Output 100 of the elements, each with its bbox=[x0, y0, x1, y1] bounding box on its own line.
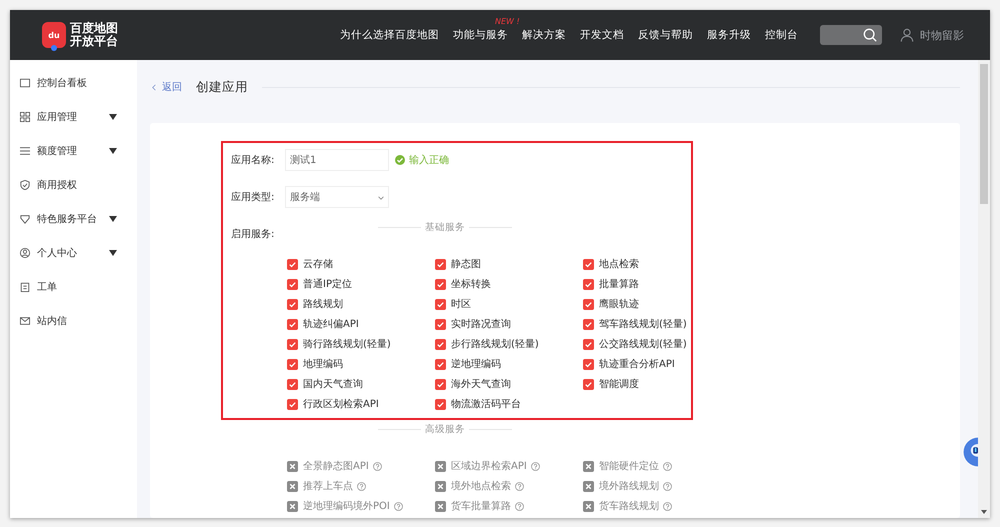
help-icon[interactable] bbox=[515, 482, 524, 490]
checkbox[interactable] bbox=[435, 258, 446, 270]
checkbox-label[interactable]: 海外天气查询 bbox=[451, 377, 511, 391]
checkbox[interactable] bbox=[287, 258, 298, 270]
caret-icon bbox=[109, 114, 117, 120]
checkbox[interactable] bbox=[583, 258, 594, 270]
checkbox[interactable] bbox=[583, 358, 594, 370]
sidebar-item[interactable]: 额度管理 bbox=[10, 134, 137, 168]
menu-item-icon bbox=[20, 282, 30, 292]
search-field[interactable] bbox=[820, 25, 882, 45]
new-label: NEW ! bbox=[495, 17, 520, 26]
field-label: 启用服务: bbox=[231, 228, 276, 241]
checkbox[interactable] bbox=[287, 318, 298, 330]
type-dropdown[interactable]: 服务端 bbox=[285, 186, 389, 208]
checkbox-label[interactable]: 云存储 bbox=[303, 257, 333, 271]
checkbox-label[interactable]: 骑行路线规划(轻量) bbox=[303, 337, 391, 351]
sidebar-item[interactable]: 站内信 bbox=[10, 304, 137, 338]
user-name[interactable]: 时物留影 bbox=[920, 28, 964, 42]
checkbox[interactable] bbox=[287, 358, 298, 370]
help-icon[interactable] bbox=[663, 482, 672, 490]
menu-item-icon bbox=[20, 248, 30, 258]
logo-text: 开放平台 bbox=[70, 35, 118, 48]
chevron-left-icon[interactable] bbox=[152, 84, 156, 90]
checkbox-label[interactable]: 静态图 bbox=[451, 257, 481, 271]
checkbox-label[interactable]: 地理编码 bbox=[303, 357, 343, 371]
help-icon[interactable] bbox=[394, 502, 403, 510]
checkbox-label[interactable]: 批量算路 bbox=[599, 277, 639, 291]
nav-link[interactable]: 控制台 bbox=[765, 29, 798, 41]
menu-item-icon bbox=[20, 316, 30, 326]
checkbox[interactable] bbox=[583, 338, 594, 350]
nav-link[interactable]: 开发文档 bbox=[580, 29, 624, 41]
caret-icon bbox=[109, 216, 117, 222]
checkbox[interactable] bbox=[287, 338, 298, 350]
checkbox-label[interactable]: 逆地理编码 bbox=[451, 357, 501, 371]
input-field[interactable]: 测试1 bbox=[285, 149, 389, 171]
scrollbar[interactable] bbox=[978, 60, 990, 518]
sidebar-item[interactable]: 工单 bbox=[10, 270, 137, 304]
checkbox[interactable] bbox=[435, 278, 446, 290]
help-icon[interactable] bbox=[663, 502, 672, 510]
sidebar-item[interactable]: 特色服务平台 bbox=[10, 202, 137, 236]
checkbox[interactable] bbox=[435, 398, 446, 410]
checkbox[interactable] bbox=[583, 318, 594, 330]
help-icon[interactable] bbox=[357, 482, 366, 490]
nav-link[interactable]: 反馈与帮助 bbox=[638, 29, 693, 41]
menu-item-icon bbox=[20, 112, 30, 122]
checkbox-label[interactable]: 时区 bbox=[451, 297, 471, 311]
caret-icon bbox=[109, 250, 117, 256]
checkbox[interactable] bbox=[287, 298, 298, 310]
section-title: 高级服务 bbox=[424, 422, 466, 436]
checkbox-label[interactable]: 鹰眼轨迹 bbox=[599, 297, 639, 311]
checkbox-label[interactable]: 驾车路线规划(轻量) bbox=[599, 317, 687, 331]
nav-link[interactable]: 服务升级 bbox=[707, 29, 751, 41]
nav-link[interactable]: 解决方案 bbox=[522, 29, 566, 41]
checkbox-label[interactable]: 实时路况查询 bbox=[451, 317, 511, 331]
search-icon[interactable] bbox=[863, 28, 877, 42]
checkbox-label[interactable]: 普通IP定位 bbox=[303, 277, 352, 291]
checkbox[interactable] bbox=[435, 298, 446, 310]
checkbox[interactable] bbox=[435, 338, 446, 350]
checkbox-label[interactable]: 地点检索 bbox=[599, 257, 639, 271]
checkbox-label[interactable]: 公交路线规划(轻量) bbox=[599, 337, 687, 351]
help-icon[interactable] bbox=[530, 462, 540, 470]
chevron-down-icon[interactable] bbox=[378, 196, 384, 200]
field-label: 应用类型: bbox=[231, 190, 276, 204]
checkbox[interactable] bbox=[583, 278, 594, 290]
nav-link[interactable]: 为什么选择百度地图 bbox=[340, 29, 439, 41]
checkbox-label[interactable]: 坐标转换 bbox=[451, 277, 491, 291]
menu-item-icon bbox=[20, 214, 30, 224]
checkbox[interactable] bbox=[287, 378, 298, 390]
caret-icon bbox=[109, 148, 117, 154]
checkbox[interactable] bbox=[287, 398, 298, 410]
user-icon[interactable] bbox=[900, 28, 914, 42]
help-icon[interactable] bbox=[515, 502, 524, 510]
sidebar-item[interactable]: 应用管理 bbox=[10, 100, 137, 134]
back-link[interactable]: 返回 bbox=[162, 80, 182, 94]
checkbox-label[interactable]: 物流激活码平台 bbox=[451, 397, 521, 411]
checkbox-label[interactable]: 步行路线规划(轻量) bbox=[451, 337, 539, 351]
menu-item-icon bbox=[20, 146, 30, 156]
help-icon[interactable] bbox=[372, 462, 382, 470]
checkbox[interactable] bbox=[435, 378, 446, 390]
menu-item-icon bbox=[20, 78, 30, 88]
help-icon[interactable] bbox=[663, 462, 672, 470]
logo-text: 百度地图 bbox=[70, 22, 118, 35]
checkbox[interactable] bbox=[583, 378, 594, 390]
checkbox[interactable] bbox=[287, 278, 298, 290]
nav-link[interactable]: 功能与服务 bbox=[453, 29, 508, 41]
checkbox-label[interactable]: 轨迹纠偏API bbox=[303, 317, 359, 331]
field-label: 应用名称: bbox=[231, 154, 276, 167]
checkbox[interactable] bbox=[435, 318, 446, 330]
checkbox[interactable] bbox=[435, 358, 446, 370]
sidebar-item[interactable]: 控制台看板 bbox=[10, 66, 137, 100]
validation-message: 输入正确 bbox=[409, 154, 449, 167]
menu-item-icon bbox=[20, 180, 30, 190]
checkbox-label[interactable]: 行政区划检索API bbox=[303, 397, 379, 411]
sidebar-item[interactable]: 个人中心 bbox=[10, 236, 137, 270]
sidebar-item[interactable]: 商用授权 bbox=[10, 168, 137, 202]
checkbox[interactable] bbox=[583, 298, 594, 310]
checkbox-label[interactable]: 智能调度 bbox=[599, 377, 639, 391]
checkbox-label[interactable]: 轨迹重合分析API bbox=[599, 357, 675, 371]
checkbox-label[interactable]: 路线规划 bbox=[303, 297, 343, 311]
checkbox-label[interactable]: 国内天气查询 bbox=[303, 377, 363, 391]
